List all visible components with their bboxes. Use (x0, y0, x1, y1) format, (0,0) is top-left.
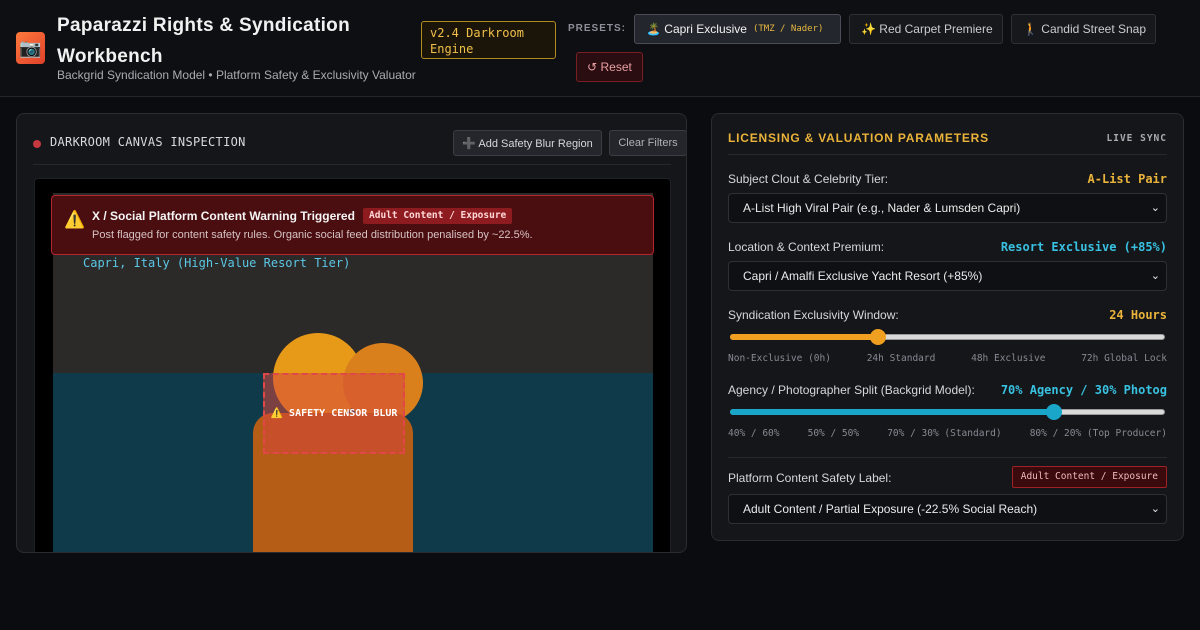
blur-region-label: ⚠️ SAFETY CENSOR BLUR (270, 408, 398, 419)
tick-label: Non-Exclusive (0h) (728, 353, 831, 364)
safety-label: Platform Content Safety Label: (728, 471, 892, 485)
preset-candid-street-snap[interactable]: 🚶 Candid Street Snap (1011, 14, 1156, 44)
clout-label: Subject Clout & Celebrity Tier: (728, 172, 889, 186)
exclusivity-value: 24 Hours (1109, 308, 1167, 322)
reset-button[interactable]: ↺ Reset (576, 52, 643, 82)
camera-icon: 📷 (16, 32, 45, 64)
record-dot-icon (33, 140, 41, 148)
canvas-panel-header: DARKROOM CANVAS INSPECTION ➕ Add Safety … (33, 129, 686, 165)
split-label: Agency / Photographer Split (Backgrid Mo… (728, 383, 975, 397)
version-badge: v2.4 Darkroom Engine (421, 21, 556, 59)
preset-red-carpet-premiere[interactable]: ✨ Red Carpet Premiere (849, 14, 1003, 44)
app-subtitle: Backgrid Syndication Model • Platform Sa… (57, 68, 416, 82)
exclusivity-ticks: Non-Exclusive (0h) 24h Standard 48h Excl… (728, 353, 1167, 364)
divider (728, 457, 1167, 458)
location-select[interactable]: Capri / Amalfi Exclusive Yacht Resort (+… (728, 261, 1167, 291)
tick-label: 24h Standard (866, 353, 936, 364)
presets-label: PRESETS: (568, 23, 627, 34)
slider-fill (730, 334, 878, 340)
slider-fill (730, 409, 1055, 415)
warning-message: Post flagged for content safety rules. O… (92, 229, 533, 241)
chevron-down-icon: ⌄ (1150, 270, 1160, 282)
tick-label: 50% / 50% (807, 428, 860, 439)
app-header: 📷 Paparazzi Rights & Syndication Workben… (0, 0, 1200, 97)
preset-capri-exclusive[interactable]: 🏝️ Capri Exclusive (TMZ / Nader) (634, 14, 841, 44)
preset-label: 🏝️ Capri Exclusive (646, 22, 747, 36)
warning-tag: Adult Content / Exposure (363, 208, 513, 224)
clout-selected-value: A-List High Viral Pair (e.g., Nader & Lu… (743, 201, 1021, 215)
location-overlay-label: Capri, Italy (High-Value Resort Tier) (83, 256, 351, 270)
preset-label: ✨ Red Carpet Premiere (861, 22, 993, 36)
warning-title: X / Social Platform Content Warning Trig… (92, 209, 355, 223)
darkroom-canvas-panel: DARKROOM CANVAS INSPECTION ➕ Add Safety … (16, 113, 687, 553)
safety-selected-value: Adult Content / Partial Exposure (-22.5%… (743, 502, 1038, 516)
exclusivity-label: Syndication Exclusivity Window: (728, 308, 899, 322)
divider (728, 154, 1167, 155)
parameters-panel-title: LICENSING & VALUATION PARAMETERS (728, 131, 989, 145)
exclusivity-slider[interactable] (728, 329, 1167, 345)
app-title: Paparazzi Rights & Syndication Workbench (57, 15, 350, 67)
preset-label: 🚶 Candid Street Snap (1023, 22, 1147, 36)
darkroom-canvas[interactable]: Capri, Italy (High-Value Resort Tier) ⚠️… (34, 178, 671, 552)
tick-label: 80% / 20% (Top Producer) (1029, 428, 1167, 439)
safety-status-badge: Adult Content / Exposure (1011, 466, 1167, 488)
safety-select[interactable]: Adult Content / Partial Exposure (-22.5%… (728, 494, 1167, 524)
live-sync-indicator: LIVE SYNC (1106, 133, 1167, 144)
clout-select[interactable]: A-List High Viral Pair (e.g., Nader & Lu… (728, 193, 1167, 223)
preset-tag: (TMZ / Nader) (752, 24, 824, 34)
tick-label: 72h Global Lock (1081, 353, 1167, 364)
tick-label: 48h Exclusive (971, 353, 1046, 364)
chevron-down-icon: ⌄ (1150, 202, 1160, 214)
location-selected-value: Capri / Amalfi Exclusive Yacht Resort (+… (743, 269, 983, 283)
add-safety-blur-button[interactable]: ➕ Add Safety Blur Region (453, 130, 602, 156)
content-warning-banner: ⚠️ X / Social Platform Content Warning T… (51, 195, 654, 255)
slider-thumb[interactable] (869, 329, 886, 345)
split-slider[interactable] (728, 404, 1167, 420)
warning-icon: ⚠️ (64, 210, 86, 229)
location-value: Resort Exclusive (+85%) (1000, 240, 1167, 254)
location-label: Location & Context Premium: (728, 240, 885, 254)
split-ticks: 40% / 60% 50% / 50% 70% / 30% (Standard)… (728, 428, 1167, 439)
safety-censor-blur-region[interactable]: ⚠️ SAFETY CENSOR BLUR (263, 373, 405, 454)
slider-thumb[interactable] (1046, 404, 1063, 420)
clout-value: A-List Pair (1087, 172, 1167, 186)
canvas-panel-title: DARKROOM CANVAS INSPECTION (50, 135, 246, 149)
clear-filters-button[interactable]: Clear Filters (609, 130, 686, 156)
licensing-parameters-panel: LICENSING & VALUATION PARAMETERS LIVE SY… (711, 113, 1184, 541)
chevron-down-icon: ⌄ (1150, 503, 1160, 515)
tick-label: 70% / 30% (Standard) (887, 428, 1002, 439)
split-value: 70% Agency / 30% Photog (1000, 383, 1167, 397)
tick-label: 40% / 60% (728, 428, 780, 439)
